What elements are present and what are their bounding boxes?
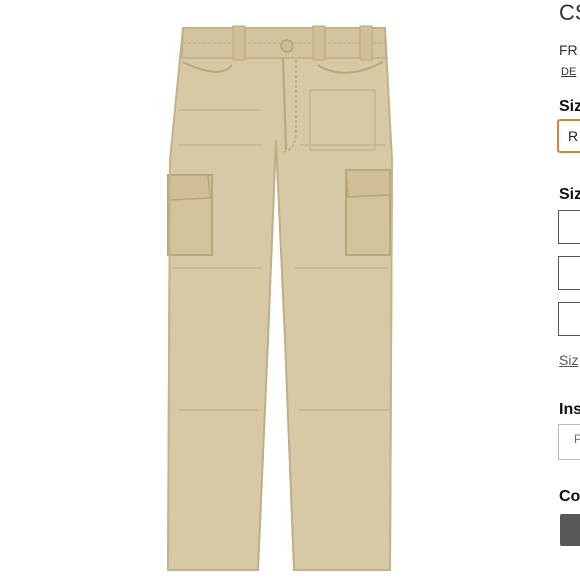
size-chart-link[interactable]: Siz	[559, 352, 578, 368]
product-image	[0, 0, 552, 580]
size-option[interactable]	[558, 210, 580, 244]
color-label: Co	[559, 488, 580, 505]
size-type-select[interactable]: R	[557, 119, 580, 153]
size-label: Siz	[559, 186, 580, 203]
details-link[interactable]: DE	[561, 66, 576, 78]
size-type-label: Siz	[559, 98, 580, 115]
color-swatch[interactable]	[560, 514, 580, 546]
inseam-label: Ins	[559, 401, 580, 418]
product-title: CS	[559, 0, 580, 25]
waist-button	[280, 39, 294, 53]
size-option[interactable]	[558, 302, 580, 336]
shipping-note: FR	[559, 42, 578, 58]
product-options-panel: CS FR DE Siz R Siz Siz Ins P Co	[556, 0, 580, 580]
inseam-select[interactable]: P	[558, 424, 580, 460]
size-option[interactable]	[558, 256, 580, 290]
